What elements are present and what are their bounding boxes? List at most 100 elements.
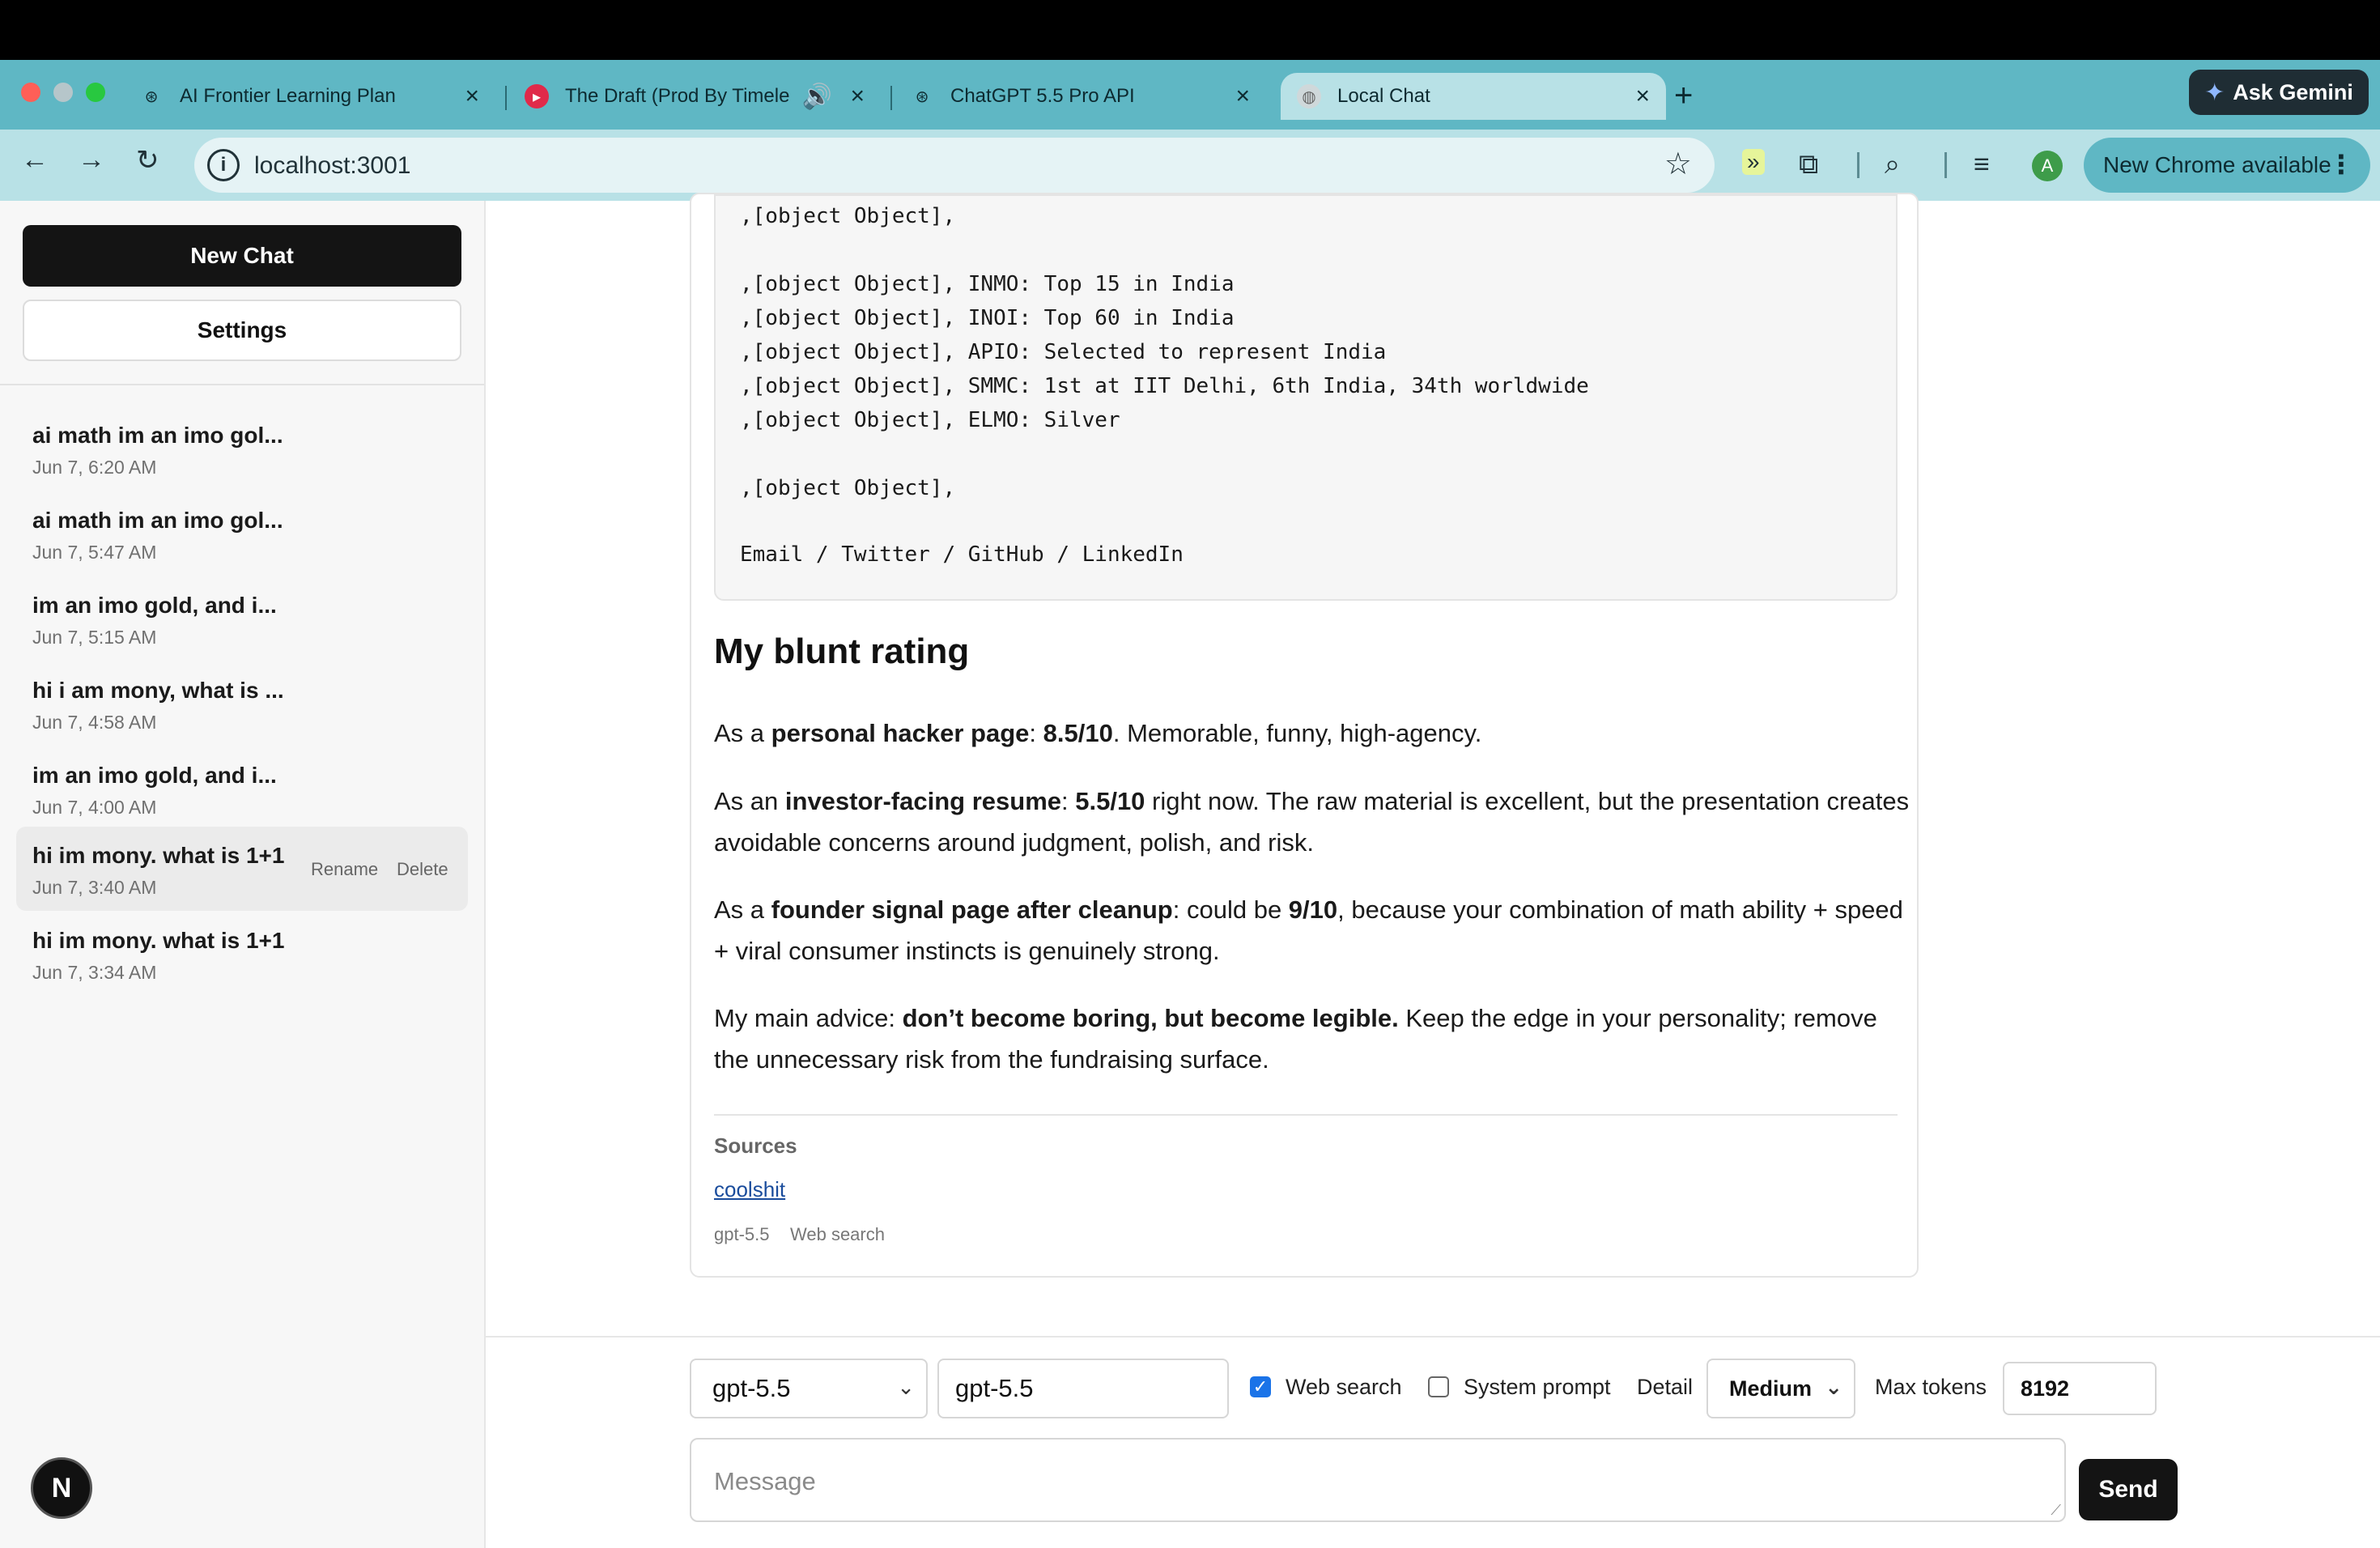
tab-title: The Draft (Prod By Timele [565,85,790,107]
tab-ai-frontier[interactable]: ⊛ AI Frontier Learning Plan × [123,73,495,120]
close-window-button[interactable] [21,83,40,102]
zoom-window-button[interactable] [86,83,105,102]
sidebar: New Chat Settings ai math im an imo gol.… [0,201,486,1548]
message-heading: My blunt rating [714,632,970,671]
reload-icon[interactable]: ↻ [136,144,159,176]
resize-handle-icon[interactable]: ⟋ [2051,1502,2061,1519]
detail-label: Detail [1637,1375,1694,1399]
code-line: ,[object Object], [740,476,956,500]
chat-date: Jun 7, 5:47 AM [32,542,157,563]
system-prompt-checkbox[interactable] [1428,1376,1449,1397]
assistant-message-card: ,[object Object], ,[object Object], INMO… [690,193,1919,1278]
more-menu-icon[interactable]: ⋮ [2328,149,2354,180]
chat-title: ai math im an imo gol... [32,423,283,448]
chat-list-item[interactable]: ai math im an imo gol... Jun 7, 5:47 AM [16,491,468,576]
chat-list-item[interactable]: hi im mony. what is 1+1 Jun 7, 3:34 AM [16,912,468,996]
message-tool-label: Web search [790,1224,885,1244]
close-tab-icon[interactable]: × [465,83,479,110]
sources-heading: Sources [714,1133,797,1158]
toolbar-divider [1944,152,1947,178]
code-block: ,[object Object], ,[object Object], INMO… [714,194,1898,601]
profile-avatar[interactable]: A [2032,151,2063,181]
chat-list-item[interactable]: hi i am mony, what is ... Jun 7, 4:58 AM [16,661,468,746]
forward-arrow-icon[interactable]: → [78,144,105,176]
code-line: ,[object Object], INMO: Top 15 in India [740,272,1235,296]
detail-select[interactable]: Medium ⌄ [1706,1359,1855,1418]
paragraph-main-advice: My main advice: don’t become boring, but… [714,1004,1877,1074]
cast-search-icon[interactable]: ⌕ [1885,149,1900,181]
tab-title: ChatGPT 5.5 Pro API [950,85,1135,107]
message-placeholder: Message [714,1467,816,1495]
tab-chatgpt-api[interactable]: ⊛ ChatGPT 5.5 Pro API × [894,73,1266,120]
sidebar-divider [0,384,484,385]
tab-the-draft[interactable]: ▸ The Draft (Prod By Timele 🔊 × [508,73,881,120]
tab-strip: ⊛ AI Frontier Learning Plan × ▸ The Draf… [0,60,2380,130]
bookmark-star-icon[interactable]: ☆ [1664,146,1692,182]
system-prompt-label[interactable]: System prompt [1464,1375,1611,1400]
tab-local-chat[interactable]: ◍ Local Chat × [1281,73,1666,120]
composer-divider [486,1336,2380,1337]
source-link[interactable]: coolshit [714,1177,785,1202]
chat-list-item[interactable]: im an imo gold, and i... Jun 7, 5:15 AM [16,576,468,661]
chat-main: ,[object Object], ,[object Object], INMO… [486,193,2380,1548]
openai-icon: ⊛ [915,87,929,106]
globe-icon: ◍ [1297,84,1321,108]
chat-date: Jun 7, 4:58 AM [32,712,157,733]
web-search-checkbox[interactable]: ✓ [1250,1376,1271,1397]
tab-divider [505,86,507,110]
rename-chat-button[interactable]: Rename [311,859,378,880]
code-line: ,[object Object], [740,204,956,228]
ask-gemini-button[interactable]: ✦ Ask Gemini [2189,70,2369,115]
youtube-music-icon: ▸ [525,84,549,108]
extension-icon[interactable]: » [1742,149,1765,175]
model-input[interactable]: gpt-5.5 [937,1359,1229,1418]
nextjs-dev-badge[interactable]: N [31,1457,92,1519]
message-textarea[interactable]: Message ⟋ [690,1438,2066,1522]
delete-chat-button[interactable]: Delete [397,859,448,880]
minimize-window-button[interactable] [53,83,73,102]
chat-title: hi im mony. what is 1+1 [32,843,285,868]
back-arrow-icon[interactable]: ← [21,144,49,176]
chat-list-item[interactable]: ai math im an imo gol... Jun 7, 6:20 AM [16,406,468,491]
browser-toolbar: ← → ↻ i localhost:3001 ☆ » ⧉ ⌕ ≡ A New C… [0,130,2380,201]
chat-date: Jun 7, 5:15 AM [32,627,157,648]
site-info-icon[interactable]: i [207,149,240,181]
code-line: ,[object Object], SMMC: 1st at IIT Delhi… [740,374,1589,398]
send-button[interactable]: Send [2079,1459,2178,1520]
paragraph-investor-resume: As an investor-facing resume: 5.5/10 rig… [714,787,1910,857]
gemini-sparkle-icon: ✦ [2204,79,2225,106]
tab-title: Local Chat [1337,85,1430,107]
model-select[interactable]: gpt-5.5 ⌄ [690,1359,928,1418]
code-line: ,[object Object], ELMO: Silver [740,408,1120,432]
code-line: Email / Twitter / GitHub / LinkedIn [740,542,1184,567]
speaker-icon[interactable]: 🔊 [802,83,832,111]
chat-list-item[interactable]: im an imo gold, and i... Jun 7, 4:00 AM [16,746,468,831]
code-line: ,[object Object], INOI: Top 60 in India [740,306,1235,330]
sources-divider [714,1114,1898,1116]
address-bar[interactable]: i localhost:3001 ☆ [194,138,1715,193]
chevron-down-icon: ⌄ [897,1375,915,1399]
media-queue-icon[interactable]: ≡ [1974,149,1990,181]
tab-divider [890,86,892,110]
tab-title: AI Frontier Learning Plan [180,85,396,107]
chat-title: im an imo gold, and i... [32,593,277,618]
close-tab-icon[interactable]: × [1235,83,1250,110]
close-tab-icon[interactable]: × [850,83,865,110]
new-chat-button[interactable]: New Chat [23,225,461,287]
chat-title: hi i am mony, what is ... [32,678,284,703]
menu-bar-area [0,0,2380,60]
chat-title: hi im mony. what is 1+1 [32,928,285,953]
ask-gemini-label: Ask Gemini [2233,79,2353,104]
code-line: ,[object Object], APIO: Selected to repr… [740,340,1387,364]
settings-button[interactable]: Settings [23,300,461,361]
max-tokens-input[interactable]: 8192 [2003,1362,2157,1415]
url-text[interactable]: localhost:3001 [254,152,410,180]
new-tab-icon[interactable]: + [1674,78,1693,114]
web-search-label[interactable]: Web search [1286,1375,1402,1400]
toolbar-divider [1857,152,1859,178]
chat-list-item-active[interactable]: hi im mony. what is 1+1 Jun 7, 3:40 AM R… [16,827,468,911]
close-tab-icon[interactable]: × [1635,83,1650,110]
new-chrome-available-button[interactable]: New Chrome available ⋮ [2084,138,2370,193]
chat-date: Jun 7, 3:40 AM [32,877,157,898]
extensions-puzzle-icon[interactable]: ⧉ [1799,149,1818,181]
